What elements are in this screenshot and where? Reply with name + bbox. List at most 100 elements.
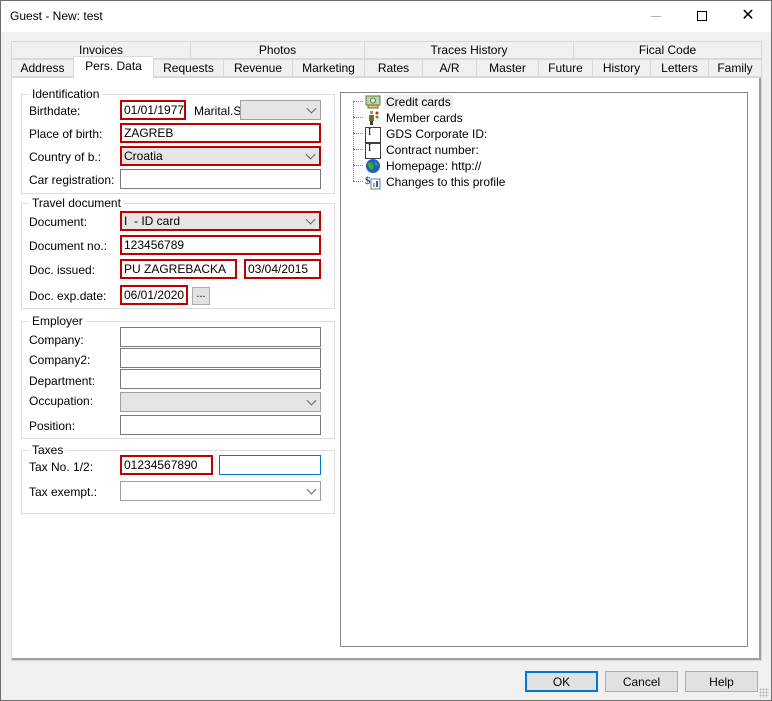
department-field[interactable] [120,369,321,389]
department-label: Department: [29,374,96,388]
cancel-button[interactable]: Cancel [605,671,678,692]
profile-tree[interactable]: Credit cards Member cards I GDS Corporat… [340,92,748,647]
tax-exempt-label: Tax exempt.: [29,485,98,499]
document-no-label: Document no.: [29,239,108,253]
pers-data-sheet: Identification Birthdate: 01/01/1977 Mar… [11,77,762,661]
chevron-down-icon [306,103,317,114]
doc-issued-label: Doc. issued: [29,263,96,277]
place-of-birth-field[interactable]: ZAGREB [120,123,321,143]
tree-connector [353,101,354,181]
date-picker-button[interactable]: ... [192,287,210,305]
text-field-icon: I [365,143,381,159]
marital-status-label: Marital.St [194,104,245,118]
doc-issued-date-field[interactable]: 03/04/2015 [244,259,321,279]
tree-item-homepage[interactable]: Homepage: http:// [365,158,483,174]
tree-item-label: Credit cards [384,95,453,109]
birthdate-label: Birthdate: [29,104,81,118]
tab-letters[interactable]: Letters [650,59,708,77]
tree-item-label: Contract number: [386,143,479,157]
help-button[interactable]: Help [685,671,758,692]
tree-connector [353,101,363,102]
tax-no-1-field[interactable]: 01234567890 [120,455,213,475]
close-button[interactable]: ✕ [725,1,771,31]
taxes-title: Taxes [29,443,67,457]
chevron-down-icon [306,395,317,406]
company2-label: Company2: [29,353,91,367]
tab-address[interactable]: Address [11,59,73,77]
tree-item-label: Changes to this profile [386,175,506,189]
tree-item-credit-cards[interactable]: Credit cards [365,94,453,110]
window-title: Guest - New: test [10,9,103,23]
tab-ar[interactable]: A/R [422,59,476,77]
country-of-birth-label: Country of b.: [29,150,102,164]
car-registration-label: Car registration: [29,173,115,187]
history-log-icon: $ [365,174,381,190]
tree-item-gds-corporate-id[interactable]: I GDS Corporate ID: [365,126,489,143]
tree-connector [353,165,363,166]
tab-requests[interactable]: Requests [153,59,223,77]
tab-traces-history[interactable]: Traces History [364,41,573,59]
position-field[interactable] [120,415,321,435]
document-no-field[interactable]: 123456789 [120,235,321,255]
minimize-button[interactable] [633,1,679,31]
document-type-value: I - ID card [124,214,181,228]
chevron-down-icon [306,484,317,495]
position-label: Position: [29,419,76,433]
globe-icon [365,158,381,174]
document-type-select[interactable]: I - ID card [120,211,321,231]
tree-item-member-cards[interactable]: Member cards [365,110,465,126]
tree-item-label: Member cards [386,111,463,125]
employer-group: Employer Company: Company2: Department: … [21,314,335,439]
svg-text:$: $ [365,175,371,187]
tree-item-label: Homepage: http:// [386,159,482,173]
employer-title: Employer [29,314,86,328]
close-icon: ✕ [741,7,755,24]
doc-issued-by-field[interactable]: PU ZAGREBACKA [120,259,237,279]
occupation-select[interactable] [120,392,321,412]
tab-pers-data[interactable]: Pers. Data [73,56,153,78]
ok-button[interactable]: OK [525,671,598,692]
travel-document-title: Travel document [29,196,124,210]
identification-title: Identification [29,87,103,101]
tree-connector [353,149,363,150]
tree-connector [353,133,363,134]
birthdate-field[interactable]: 01/01/1977 [120,100,186,120]
tab-revenue[interactable]: Revenue [223,59,292,77]
tab-fical-code[interactable]: Fical Code [573,41,762,59]
resize-grip[interactable] [759,688,769,698]
identification-group: Identification Birthdate: 01/01/1977 Mar… [21,87,335,194]
tree-item-changes-to-profile[interactable]: $ Changes to this profile [365,174,507,190]
tab-future[interactable]: Future [538,59,592,77]
tab-photos[interactable]: Photos [190,41,364,59]
doc-exp-date-label: Doc. exp.date: [29,289,107,303]
marital-status-select[interactable] [240,100,321,120]
title-bar: Guest - New: test ✕ [1,1,771,32]
tab-marketing[interactable]: Marketing [292,59,364,77]
company-field[interactable] [120,327,321,347]
tab-rates[interactable]: Rates [364,59,422,77]
tree-connector [353,181,363,182]
guest-dialog: Guest - New: test ✕ Invoices Photos Trac… [0,0,772,701]
tax-no-2-field[interactable] [219,455,321,475]
taxes-group: Taxes Tax No. 1/2: 01234567890 Tax exemp… [21,443,335,514]
tree-item-contract-number[interactable]: I Contract number: [365,142,481,159]
doc-exp-date-field[interactable]: 06/01/2020 [120,285,188,305]
company2-field[interactable] [120,348,321,368]
tree-item-label: GDS Corporate ID: [386,127,488,141]
tax-exempt-select[interactable] [120,481,321,501]
tab-family[interactable]: Family [708,59,762,77]
tab-master[interactable]: Master [476,59,538,77]
chevron-down-icon [305,214,316,225]
maximize-button[interactable] [679,1,725,31]
tab-history[interactable]: History [592,59,650,77]
text-field-icon: I [365,127,381,143]
tab-row-bottom: Address Pers. Data Requests Revenue Mark… [11,56,762,78]
travel-document-group: Travel document Document: I - ID card Do… [21,196,335,309]
country-of-birth-select[interactable]: Croatia [120,146,321,166]
member-card-icon [365,110,381,126]
country-of-birth-value: Croatia [124,149,163,163]
tax-no-label: Tax No. 1/2: [29,460,94,474]
credit-card-icon [365,94,381,110]
minimize-icon [651,15,661,17]
car-registration-field[interactable] [120,169,321,189]
